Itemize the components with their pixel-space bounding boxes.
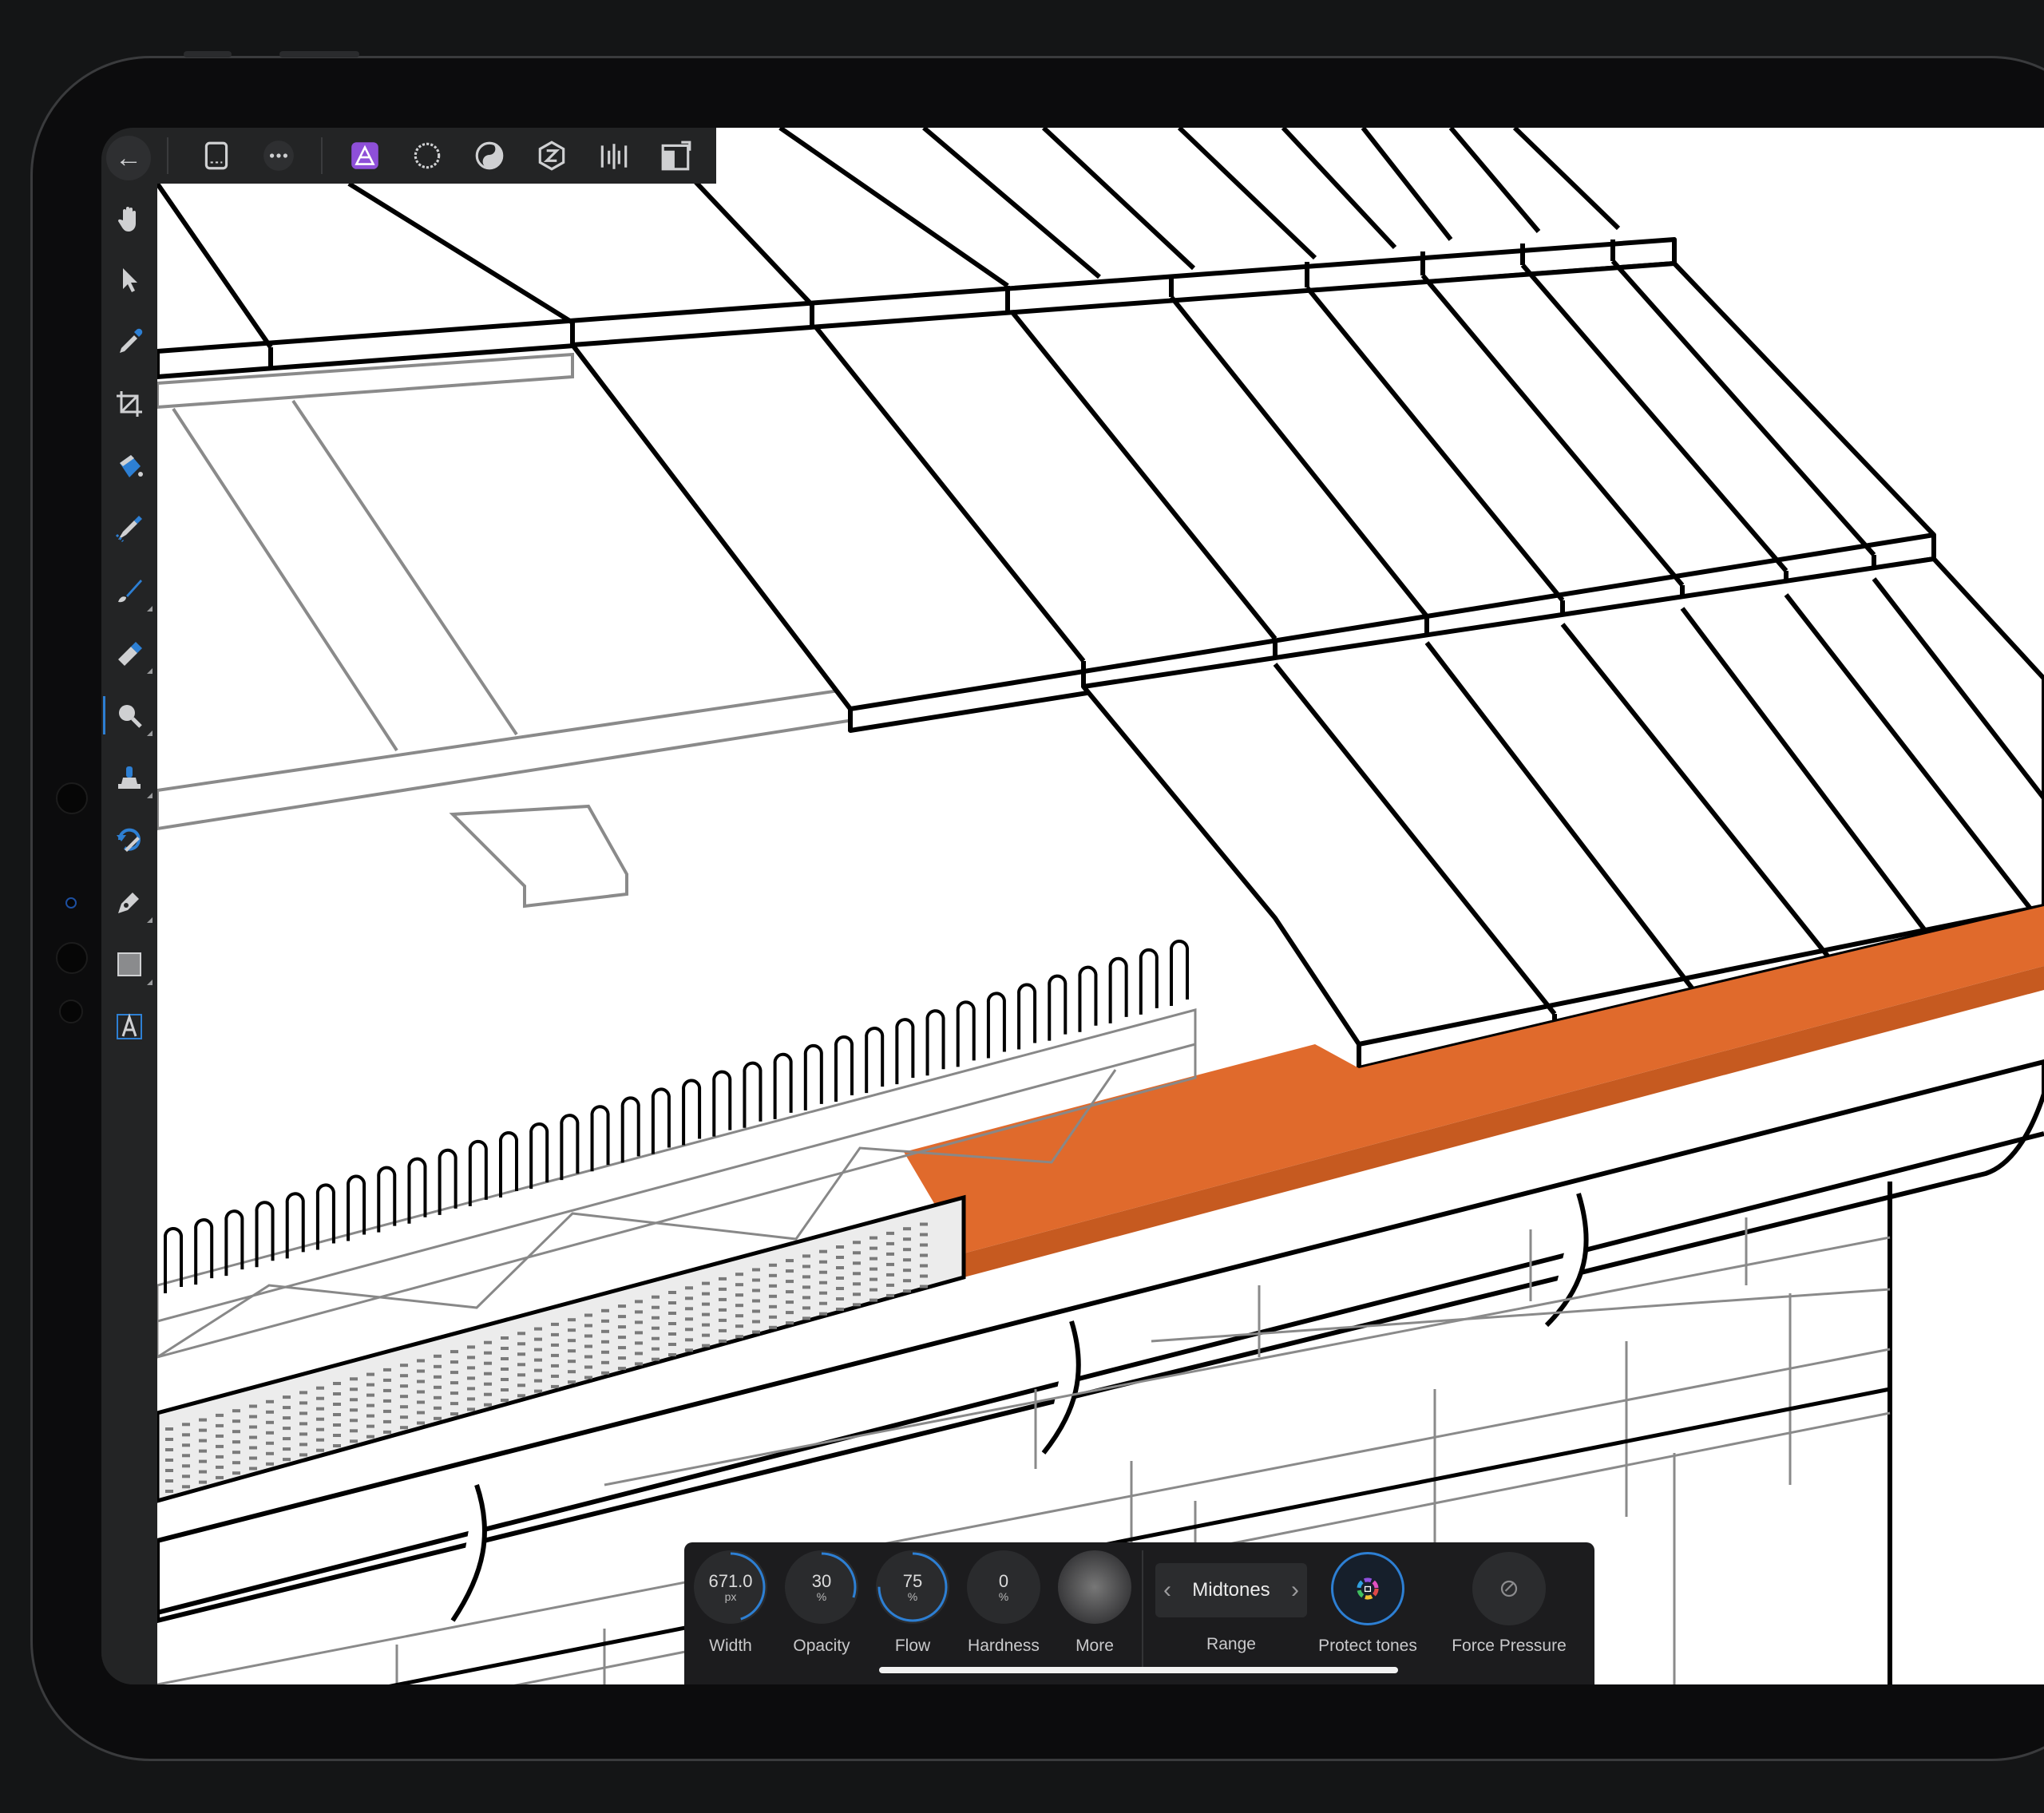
range-value: Midtones (1192, 1579, 1270, 1601)
tone-mapping-persona-icon[interactable] (533, 137, 571, 175)
more-brush-button[interactable] (1058, 1550, 1131, 1624)
flood-fill-icon[interactable] (101, 437, 157, 495)
text-tool-icon[interactable] (101, 998, 157, 1055)
develop-persona-icon[interactable] (470, 137, 509, 175)
top-toolbar (157, 128, 716, 184)
width-level-ring (695, 1552, 766, 1622)
more-icon[interactable] (259, 137, 298, 175)
document-icon[interactable] (197, 137, 236, 175)
photo-persona-icon[interactable] (346, 137, 384, 175)
rectangle-tool-icon[interactable] (101, 936, 157, 993)
opacity-dial[interactable]: 30 % (785, 1550, 858, 1624)
liquify-persona-icon[interactable] (408, 137, 446, 175)
document-canvas[interactable] (157, 128, 2044, 1684)
toolbar-divider (1142, 1550, 1143, 1670)
camera-icon (56, 782, 88, 814)
export-persona-icon[interactable] (595, 137, 633, 175)
paint-brush-icon[interactable] (101, 562, 157, 620)
toolbar-divider (321, 137, 323, 174)
tools-panel: ← (101, 128, 157, 1684)
move-tool-icon[interactable] (101, 251, 157, 308)
more-label: More (1075, 1637, 1114, 1655)
color-picker-icon[interactable] (101, 313, 157, 370)
dodge-brush-icon[interactable] (101, 687, 157, 744)
force-pressure-label: Force Pressure (1452, 1637, 1567, 1655)
back-arrow-icon[interactable]: ← (106, 136, 151, 180)
crop-tool-icon[interactable] (101, 375, 157, 433)
home-indicator (879, 1667, 1398, 1673)
toolbar-divider (167, 137, 168, 174)
selection-brush-icon[interactable] (101, 500, 157, 557)
protect-tones-toggle[interactable] (1331, 1552, 1404, 1625)
pen-tool-icon[interactable] (101, 873, 157, 931)
context-toolbar: 671.0 px Width 30 % Opacity 75 % Flow 0 … (684, 1542, 1594, 1684)
undo-brush-icon[interactable] (101, 811, 157, 869)
flow-dial[interactable]: 75 % (876, 1550, 949, 1624)
opacity-level-ring (786, 1552, 857, 1622)
color-wheel-icon (1357, 1577, 1379, 1600)
force-pressure-toggle[interactable] (1472, 1552, 1546, 1625)
protect-tones-label: Protect tones (1318, 1637, 1417, 1655)
chevron-right-icon[interactable]: › (1291, 1577, 1299, 1604)
erase-brush-icon[interactable] (101, 624, 157, 682)
clone-brush-icon[interactable] (101, 749, 157, 806)
camera-icon (56, 942, 88, 974)
volume-button (279, 51, 359, 57)
chevron-left-icon[interactable]: ‹ (1163, 1577, 1171, 1604)
width-dial[interactable]: 671.0 px (694, 1550, 767, 1624)
hardness-dial[interactable]: 0 % (967, 1550, 1040, 1624)
roof-illustration (157, 128, 2044, 1684)
flow-level-ring (877, 1552, 948, 1622)
pressure-icon (1500, 1580, 1518, 1597)
range-selector[interactable]: ‹ Midtones › (1155, 1563, 1307, 1617)
volume-button (184, 51, 232, 57)
split-view-icon[interactable] (657, 137, 695, 175)
hand-tool-icon[interactable] (101, 190, 157, 247)
hardness-level-ring (969, 1552, 1039, 1622)
app-screen: ← 671.0 px Width 30 % Opacity 75 % Flow … (101, 128, 2044, 1684)
sensor-icon (65, 897, 77, 908)
camera-icon (59, 1000, 83, 1023)
range-label: Range (1206, 1635, 1256, 1653)
